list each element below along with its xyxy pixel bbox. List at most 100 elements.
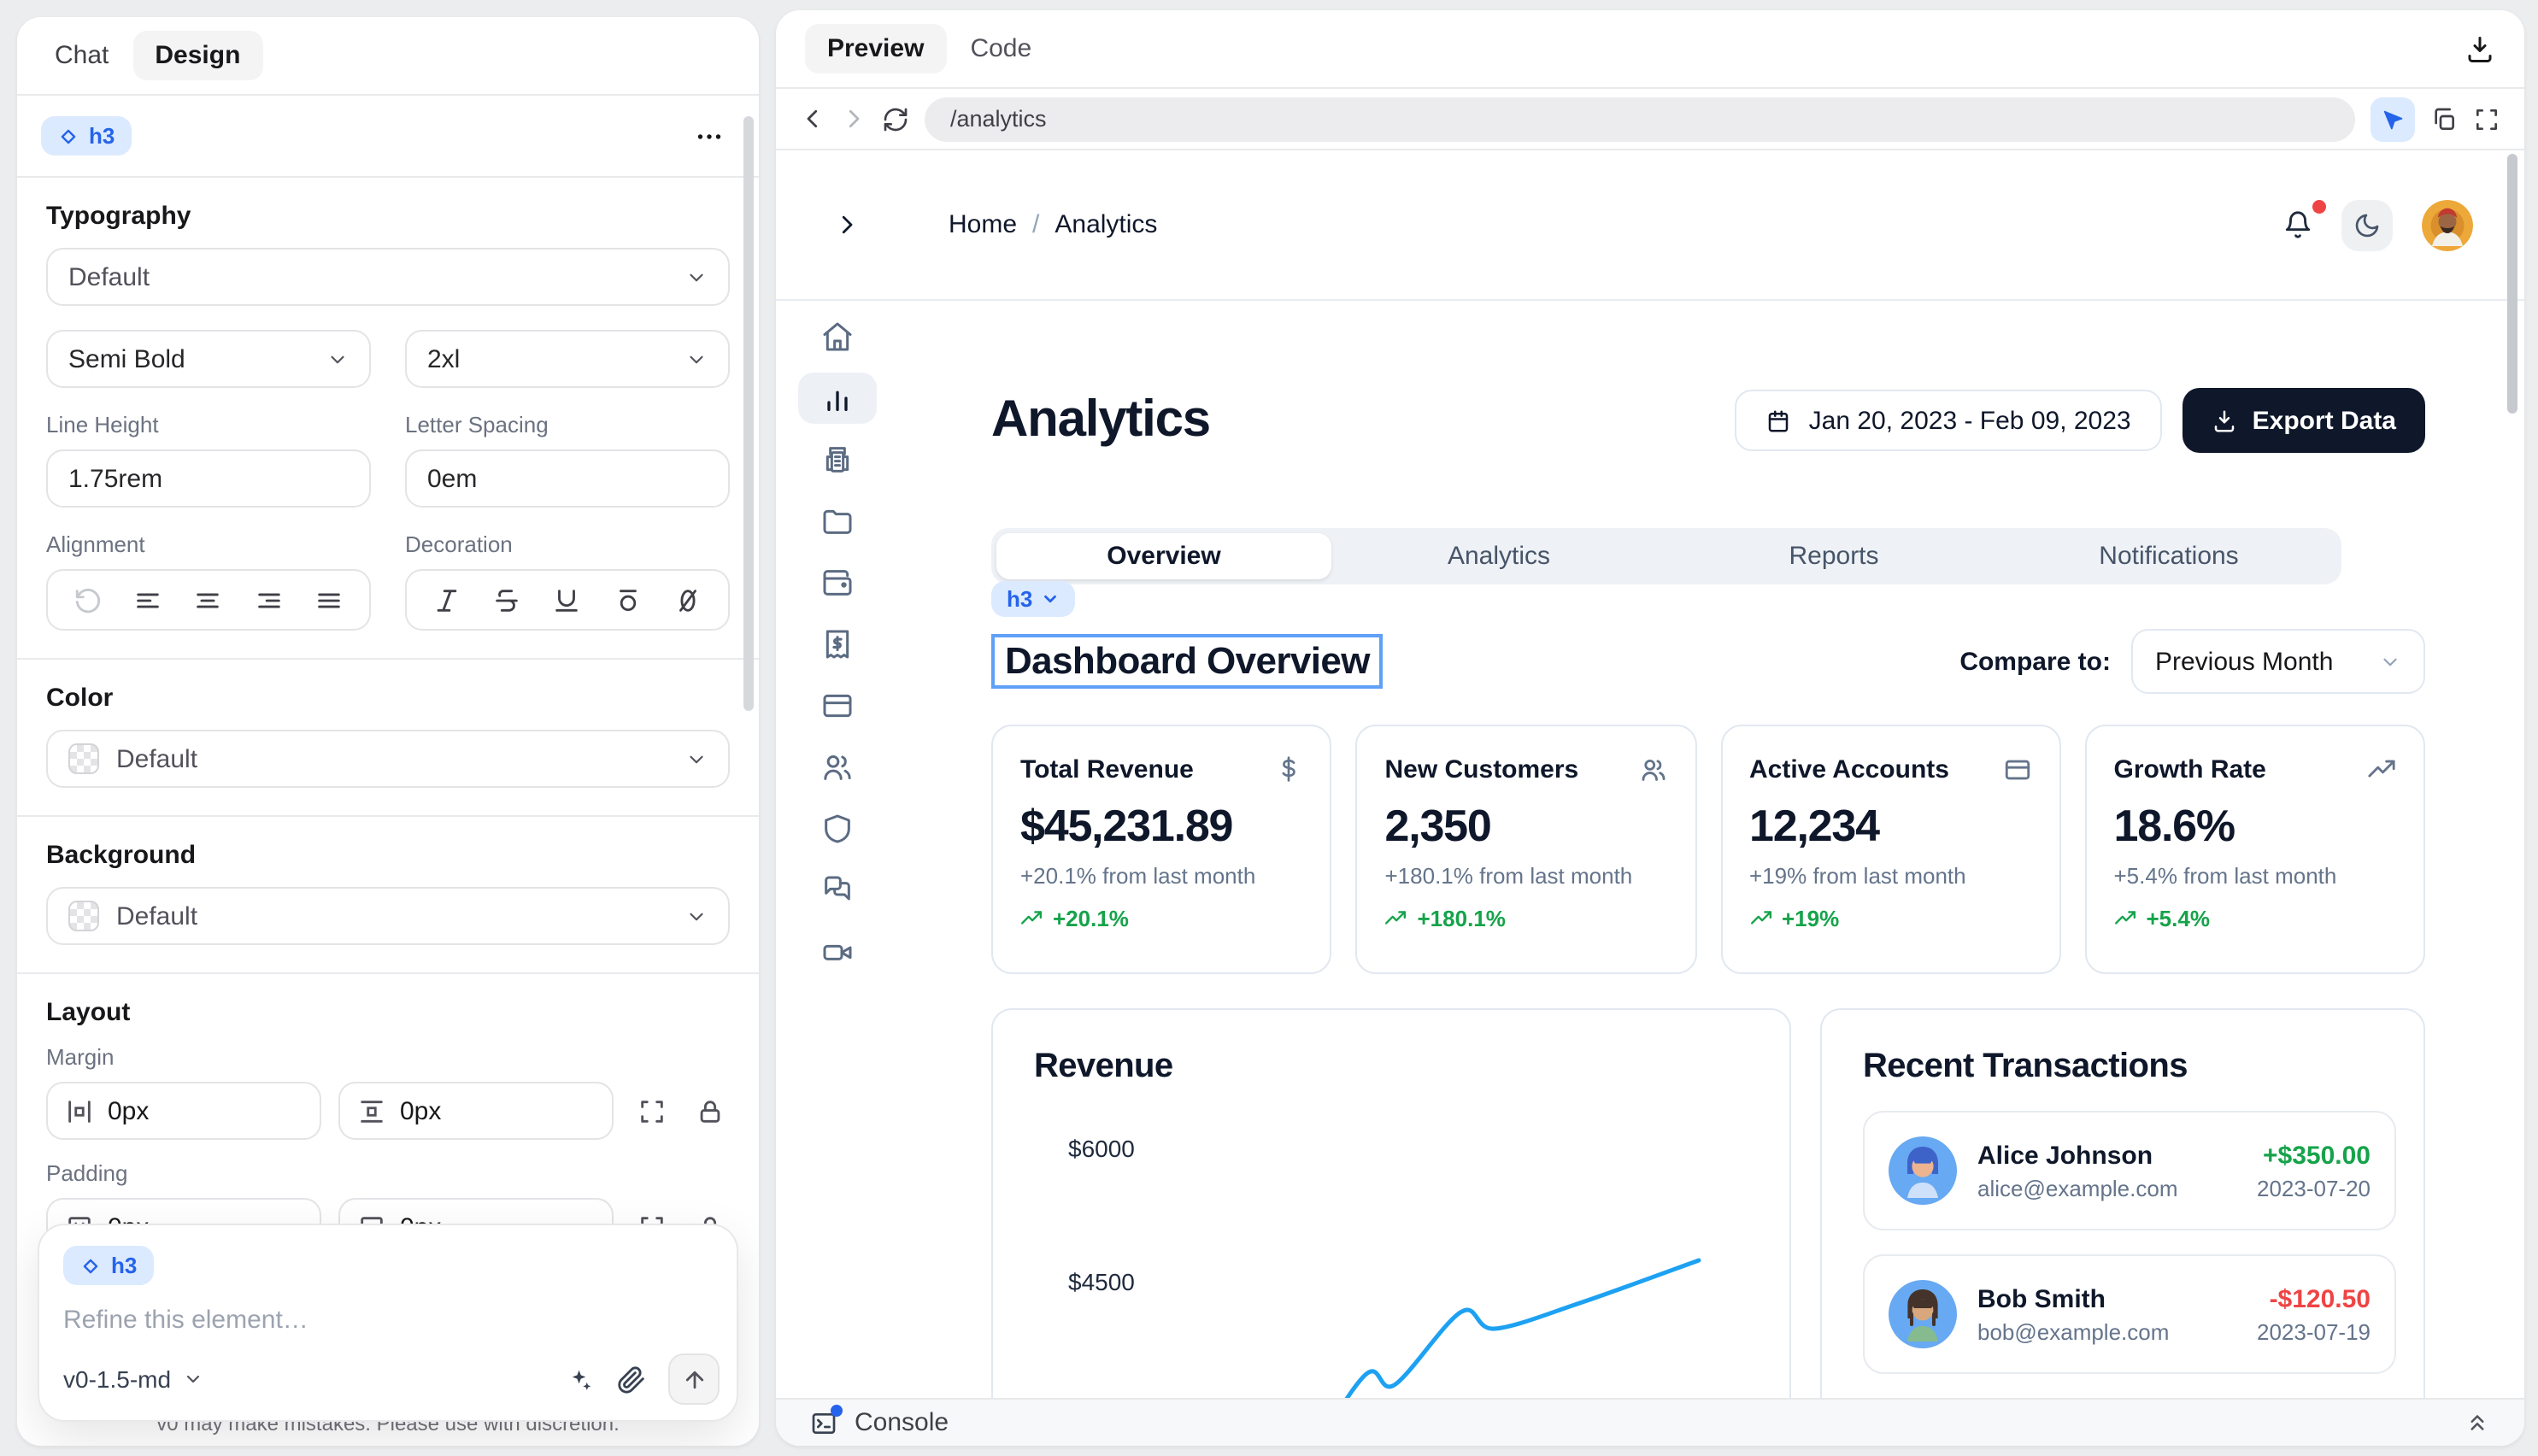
sidebar-item-receipts[interactable] bbox=[798, 619, 877, 670]
margin-row: 0px 0px bbox=[46, 1082, 730, 1140]
sparkles-icon[interactable] bbox=[566, 1365, 595, 1394]
composer-element-chip[interactable]: h3 bbox=[63, 1246, 154, 1285]
console-bar[interactable]: Console bbox=[776, 1398, 2524, 1446]
color-value-wrap: Default bbox=[68, 743, 197, 774]
avatar[interactable] bbox=[2422, 199, 2473, 250]
moon-icon bbox=[2353, 211, 2381, 238]
tab-analytics[interactable]: Analytics bbox=[1331, 533, 1666, 579]
margin-y-input[interactable]: 0px bbox=[338, 1082, 614, 1140]
inspect-element-chip[interactable]: h3 bbox=[991, 581, 1075, 617]
transaction-row[interactable]: Alice Johnson alice@example.com +$350.00… bbox=[1863, 1111, 2396, 1230]
chevron-down-icon bbox=[685, 748, 708, 770]
align-right-icon[interactable] bbox=[254, 585, 283, 614]
chevron-down-icon bbox=[2379, 650, 2401, 672]
design-panel-scrollbar[interactable] bbox=[743, 116, 754, 711]
sidebar-item-invoices[interactable] bbox=[798, 434, 877, 485]
credit-card-icon bbox=[2003, 755, 2032, 784]
strikethrough-icon[interactable] bbox=[493, 585, 522, 614]
compare-select[interactable]: Previous Month bbox=[2131, 629, 2425, 694]
overline-icon[interactable] bbox=[613, 585, 642, 614]
send-button[interactable] bbox=[668, 1353, 720, 1405]
margin-x-input[interactable]: 0px bbox=[46, 1082, 321, 1140]
underline-icon[interactable] bbox=[553, 585, 582, 614]
tab-reports[interactable]: Reports bbox=[1666, 533, 2001, 579]
folder-icon bbox=[820, 504, 855, 538]
video-icon bbox=[820, 935, 855, 969]
transaction-row[interactable]: Bob Smith bob@example.com -$120.50 2023-… bbox=[1863, 1254, 2396, 1374]
align-left-icon[interactable] bbox=[134, 585, 163, 614]
align-center-icon[interactable] bbox=[194, 585, 223, 614]
dashboard-tabs: Overview Analytics Reports Notifications bbox=[991, 528, 2341, 584]
sidebar-item-files[interactable] bbox=[798, 496, 877, 547]
background-select[interactable]: Default bbox=[46, 887, 730, 945]
diamond-icon bbox=[58, 126, 79, 146]
color-select[interactable]: Default bbox=[46, 730, 730, 788]
refine-input[interactable]: Refine this element… bbox=[63, 1306, 713, 1335]
date-range-picker[interactable]: Jan 20, 2023 - Feb 09, 2023 bbox=[1736, 390, 2162, 451]
stat-delta-value: +180.1% bbox=[1418, 906, 1506, 931]
line-height-input[interactable]: 1.75rem bbox=[46, 449, 371, 508]
tab-design[interactable]: Design bbox=[132, 31, 262, 80]
sidebar-item-users[interactable] bbox=[798, 742, 877, 793]
font-weight-select[interactable]: Semi Bold bbox=[46, 330, 371, 388]
sidebar-item-cards[interactable] bbox=[798, 680, 877, 731]
italic-icon[interactable] bbox=[432, 585, 461, 614]
stat-subtext: +19% from last month bbox=[1749, 863, 2032, 889]
tab-code[interactable]: Code bbox=[970, 34, 1031, 63]
breadcrumb-home[interactable]: Home bbox=[949, 210, 1017, 239]
sidebar-item-wallet[interactable] bbox=[798, 557, 877, 608]
tab-chat[interactable]: Chat bbox=[55, 41, 109, 70]
sidebar-item-analytics[interactable] bbox=[798, 373, 877, 424]
transaction-date: 2023-07-20 bbox=[2257, 1175, 2371, 1201]
padding-label: Padding bbox=[46, 1160, 730, 1186]
chevrons-up-icon[interactable] bbox=[2465, 1410, 2490, 1435]
font-size-select[interactable]: 2xl bbox=[405, 330, 730, 388]
nav-forward-icon[interactable] bbox=[841, 106, 867, 132]
inspect-mode-button[interactable] bbox=[2371, 97, 2415, 141]
sidebar-toggle-icon[interactable] bbox=[834, 212, 860, 238]
bar-chart-icon bbox=[820, 381, 855, 415]
export-data-button[interactable]: Export Data bbox=[2183, 388, 2425, 453]
align-justify-icon[interactable] bbox=[314, 585, 344, 614]
stat-delta-value: +19% bbox=[1782, 906, 1839, 931]
address-bar[interactable]: /analytics bbox=[925, 97, 2355, 141]
sidebar-item-messages[interactable] bbox=[798, 865, 877, 916]
margin-expand-button[interactable] bbox=[631, 1090, 672, 1131]
font-family-select[interactable]: Default bbox=[46, 248, 730, 306]
tab-preview[interactable]: Preview bbox=[805, 24, 946, 73]
fullscreen-icon[interactable] bbox=[2473, 105, 2500, 132]
nav-back-icon[interactable] bbox=[800, 106, 825, 132]
stat-value: 18.6% bbox=[2114, 800, 2397, 853]
model-select[interactable]: v0-1.5-md bbox=[63, 1365, 203, 1393]
dark-mode-toggle[interactable] bbox=[2341, 199, 2393, 250]
tab-overview[interactable]: Overview bbox=[996, 533, 1331, 579]
sidebar-item-security[interactable] bbox=[798, 803, 877, 854]
color-value: Default bbox=[116, 744, 197, 773]
breadcrumb-current[interactable]: Analytics bbox=[1055, 210, 1157, 239]
preview-scrollbar[interactable] bbox=[2507, 154, 2517, 414]
selected-element-chip[interactable]: h3 bbox=[41, 116, 132, 156]
margin-lock-button[interactable] bbox=[689, 1090, 730, 1131]
chevron-down-icon bbox=[685, 266, 708, 288]
tab-notifications[interactable]: Notifications bbox=[2001, 533, 2336, 579]
selected-element-row: h3 bbox=[17, 96, 759, 178]
font-size-value: 2xl bbox=[427, 344, 460, 373]
letter-spacing-input[interactable]: 0em bbox=[405, 449, 730, 508]
paperclip-icon[interactable] bbox=[617, 1365, 646, 1394]
transaction-date: 2023-07-19 bbox=[2257, 1318, 2371, 1344]
copy-icon[interactable] bbox=[2430, 105, 2458, 132]
refresh-icon[interactable] bbox=[882, 105, 909, 132]
divider bbox=[17, 658, 759, 660]
download-icon[interactable] bbox=[2465, 33, 2495, 64]
section-title-selected[interactable]: Dashboard Overview bbox=[991, 634, 1384, 689]
notifications-button[interactable] bbox=[2283, 210, 2312, 239]
undo-icon[interactable] bbox=[73, 585, 103, 614]
no-decoration-icon[interactable] bbox=[673, 585, 702, 614]
credit-card-icon bbox=[820, 689, 855, 723]
alignment-label: Alignment bbox=[46, 531, 371, 557]
more-options-icon[interactable] bbox=[694, 120, 725, 151]
sidebar-item-home[interactable] bbox=[798, 311, 877, 362]
sidebar-item-video[interactable] bbox=[798, 926, 877, 978]
dashboard-sidebar bbox=[776, 301, 957, 1446]
model-name: v0-1.5-md bbox=[63, 1365, 171, 1393]
